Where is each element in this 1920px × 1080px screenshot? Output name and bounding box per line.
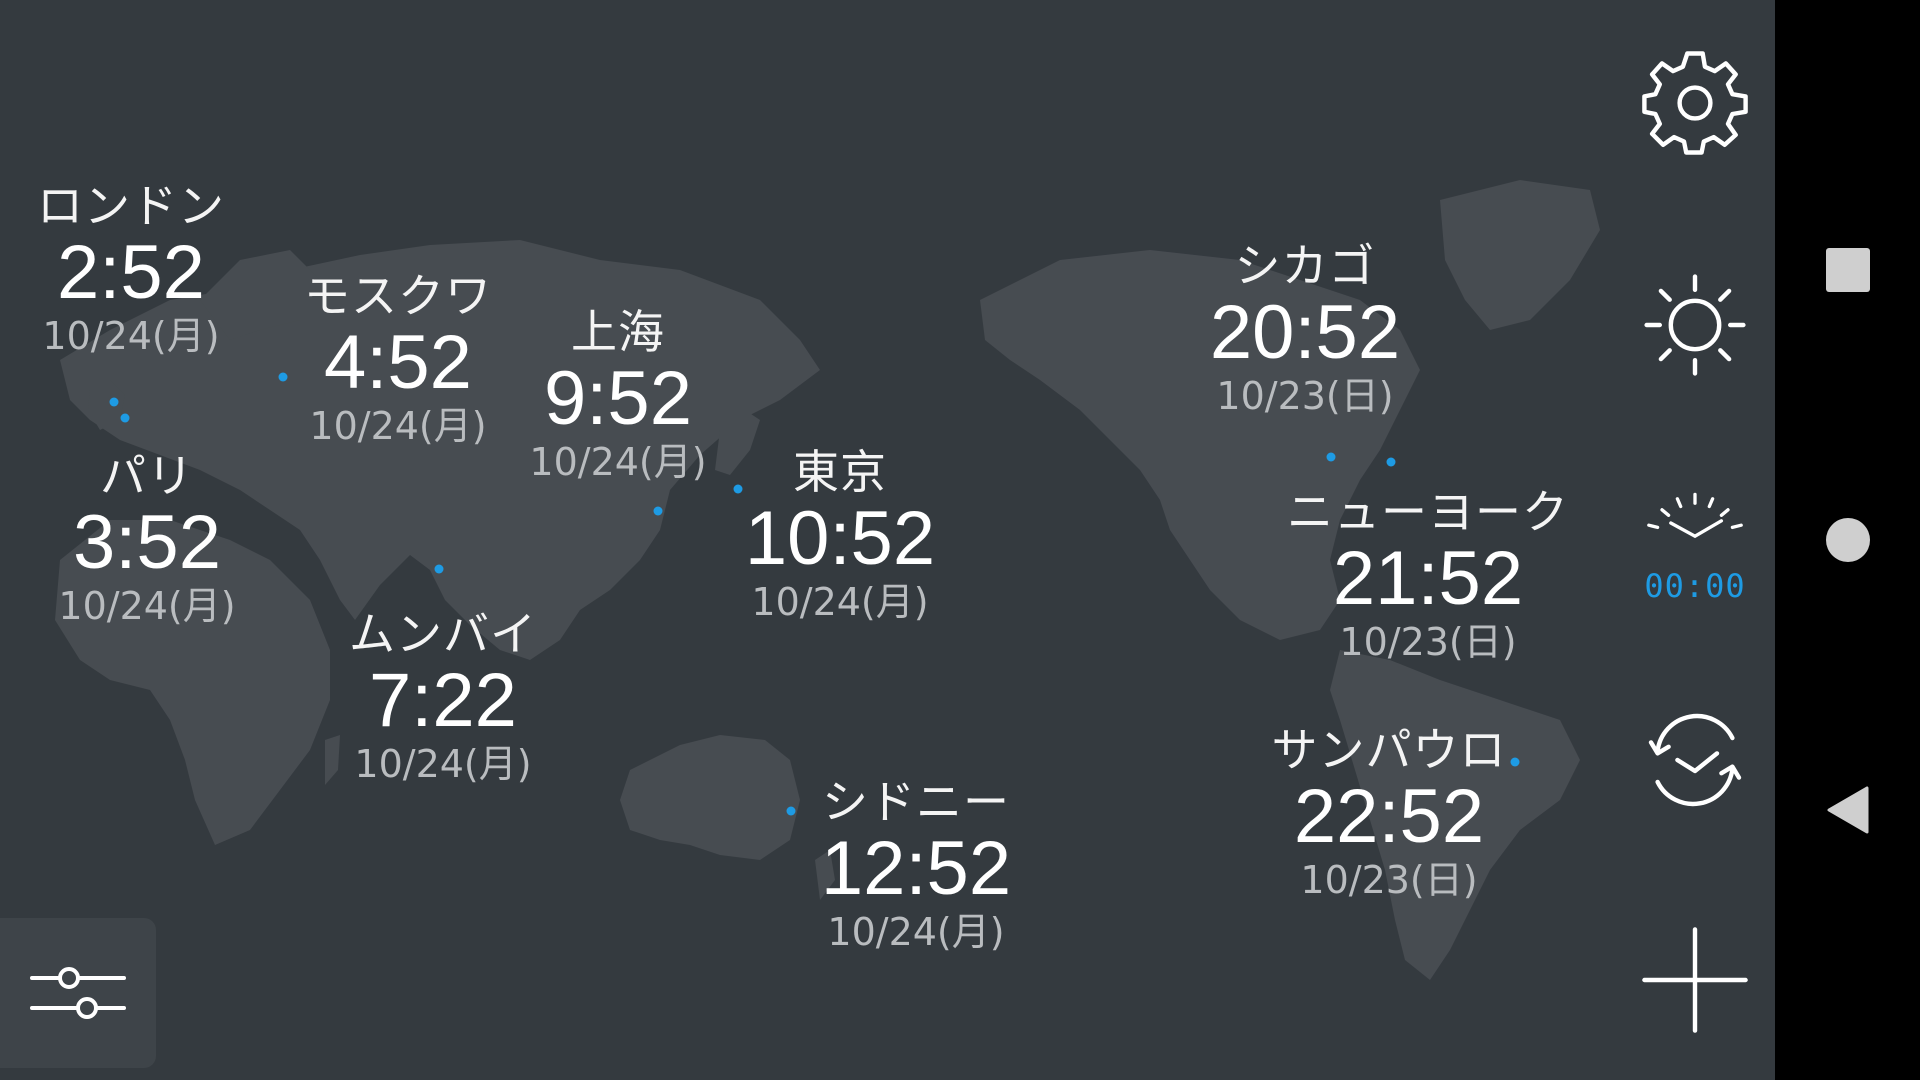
city-time: 9:52 bbox=[544, 356, 692, 441]
australia-landmass bbox=[620, 735, 800, 860]
filter-settings-button[interactable] bbox=[0, 918, 156, 1068]
triangle-back-icon bbox=[1827, 786, 1868, 834]
stopwatch-digits: 00:00 bbox=[1644, 567, 1746, 605]
city-clock-chicago[interactable]: シカゴ 20:52 10/23(日) bbox=[1210, 240, 1400, 418]
city-name: シドニー bbox=[822, 775, 1010, 829]
timer-button[interactable] bbox=[1630, 695, 1760, 825]
location-dot-moscow bbox=[278, 372, 288, 382]
location-dot-sydney bbox=[786, 806, 796, 816]
location-dot-saopaulo bbox=[1510, 757, 1520, 767]
city-name: 上海 bbox=[570, 305, 665, 359]
add-city-button[interactable] bbox=[1630, 915, 1760, 1045]
brightness-button[interactable] bbox=[1630, 260, 1760, 390]
city-date: 10/23(日) bbox=[1216, 374, 1394, 418]
sun-icon bbox=[1644, 274, 1746, 376]
city-time: 20:52 bbox=[1209, 290, 1401, 375]
greenland-landmass bbox=[1440, 180, 1600, 330]
system-navigation-bar bbox=[1775, 0, 1920, 1080]
city-name: ムンバイ bbox=[349, 607, 537, 661]
sliders-icon bbox=[30, 967, 126, 1019]
city-date: 10/24(月) bbox=[354, 742, 532, 786]
location-dot-shanghai bbox=[653, 506, 663, 516]
city-name: パリ bbox=[99, 449, 194, 503]
city-clock-saopaulo[interactable]: サンパウロ 22:52 10/23(日) bbox=[1272, 724, 1507, 902]
city-name: ロンドン bbox=[37, 179, 225, 233]
back-button[interactable] bbox=[1775, 740, 1920, 880]
city-clock-mumbai[interactable]: ムンバイ 7:22 10/24(月) bbox=[349, 608, 537, 786]
location-dot-paris bbox=[120, 413, 130, 423]
city-date: 10/24(月) bbox=[529, 440, 707, 484]
city-time: 10:52 bbox=[744, 496, 936, 581]
madagascar-landmass bbox=[325, 735, 340, 785]
city-clock-shanghai[interactable]: 上海 9:52 10/24(月) bbox=[529, 306, 706, 484]
city-time: 21:52 bbox=[1332, 536, 1524, 621]
city-clock-london[interactable]: ロンドン 2:52 10/24(月) bbox=[37, 180, 225, 358]
settings-button[interactable] bbox=[1630, 38, 1760, 168]
city-time: 22:52 bbox=[1293, 774, 1485, 859]
recents-button[interactable] bbox=[1775, 200, 1920, 340]
city-clock-tokyo[interactable]: 東京 10:52 10/24(月) bbox=[745, 446, 935, 624]
home-button[interactable] bbox=[1775, 470, 1920, 610]
city-time: 3:52 bbox=[73, 500, 221, 585]
city-date: 10/24(月) bbox=[309, 404, 487, 448]
city-time: 7:22 bbox=[369, 658, 517, 743]
city-name: モスクワ bbox=[304, 269, 492, 323]
city-date: 10/23(日) bbox=[1339, 620, 1517, 664]
stopwatch-button[interactable]: 00:00 bbox=[1630, 480, 1760, 610]
world-clock-screen: ロンドン 2:52 10/24(月) モスクワ 4:52 10/24(月) 上海… bbox=[0, 0, 1775, 1080]
city-date: 10/24(月) bbox=[751, 580, 929, 624]
timer-icon bbox=[1648, 713, 1742, 807]
city-clock-newyork[interactable]: ニューヨーク 21:52 10/23(日) bbox=[1287, 486, 1569, 664]
city-date: 10/24(月) bbox=[42, 314, 220, 358]
location-dot-tokyo bbox=[733, 484, 743, 494]
city-name: サンパウロ bbox=[1271, 723, 1507, 777]
city-date: 10/24(月) bbox=[58, 584, 236, 628]
location-dot-newyork bbox=[1386, 457, 1396, 467]
plus-icon bbox=[1642, 927, 1748, 1033]
city-name: 東京 bbox=[793, 445, 887, 499]
square-icon bbox=[1825, 248, 1870, 292]
circle-icon bbox=[1825, 518, 1870, 562]
location-dot-chicago bbox=[1326, 452, 1336, 462]
city-name: シカゴ bbox=[1234, 239, 1376, 293]
city-name: ニューヨーク bbox=[1287, 485, 1569, 539]
city-clock-moscow[interactable]: モスクワ 4:52 10/24(月) bbox=[304, 270, 492, 448]
city-time: 4:52 bbox=[324, 320, 472, 405]
city-date: 10/23(日) bbox=[1300, 858, 1478, 902]
city-time: 2:52 bbox=[57, 230, 205, 315]
city-time: 12:52 bbox=[820, 826, 1012, 911]
city-clock-sydney[interactable]: シドニー 12:52 10/24(月) bbox=[821, 776, 1011, 954]
location-dot-mumbai bbox=[434, 564, 444, 574]
gear-icon bbox=[1642, 51, 1748, 155]
city-clock-paris[interactable]: パリ 3:52 10/24(月) bbox=[58, 450, 235, 628]
city-date: 10/24(月) bbox=[827, 910, 1005, 954]
location-dot-london bbox=[109, 397, 119, 407]
